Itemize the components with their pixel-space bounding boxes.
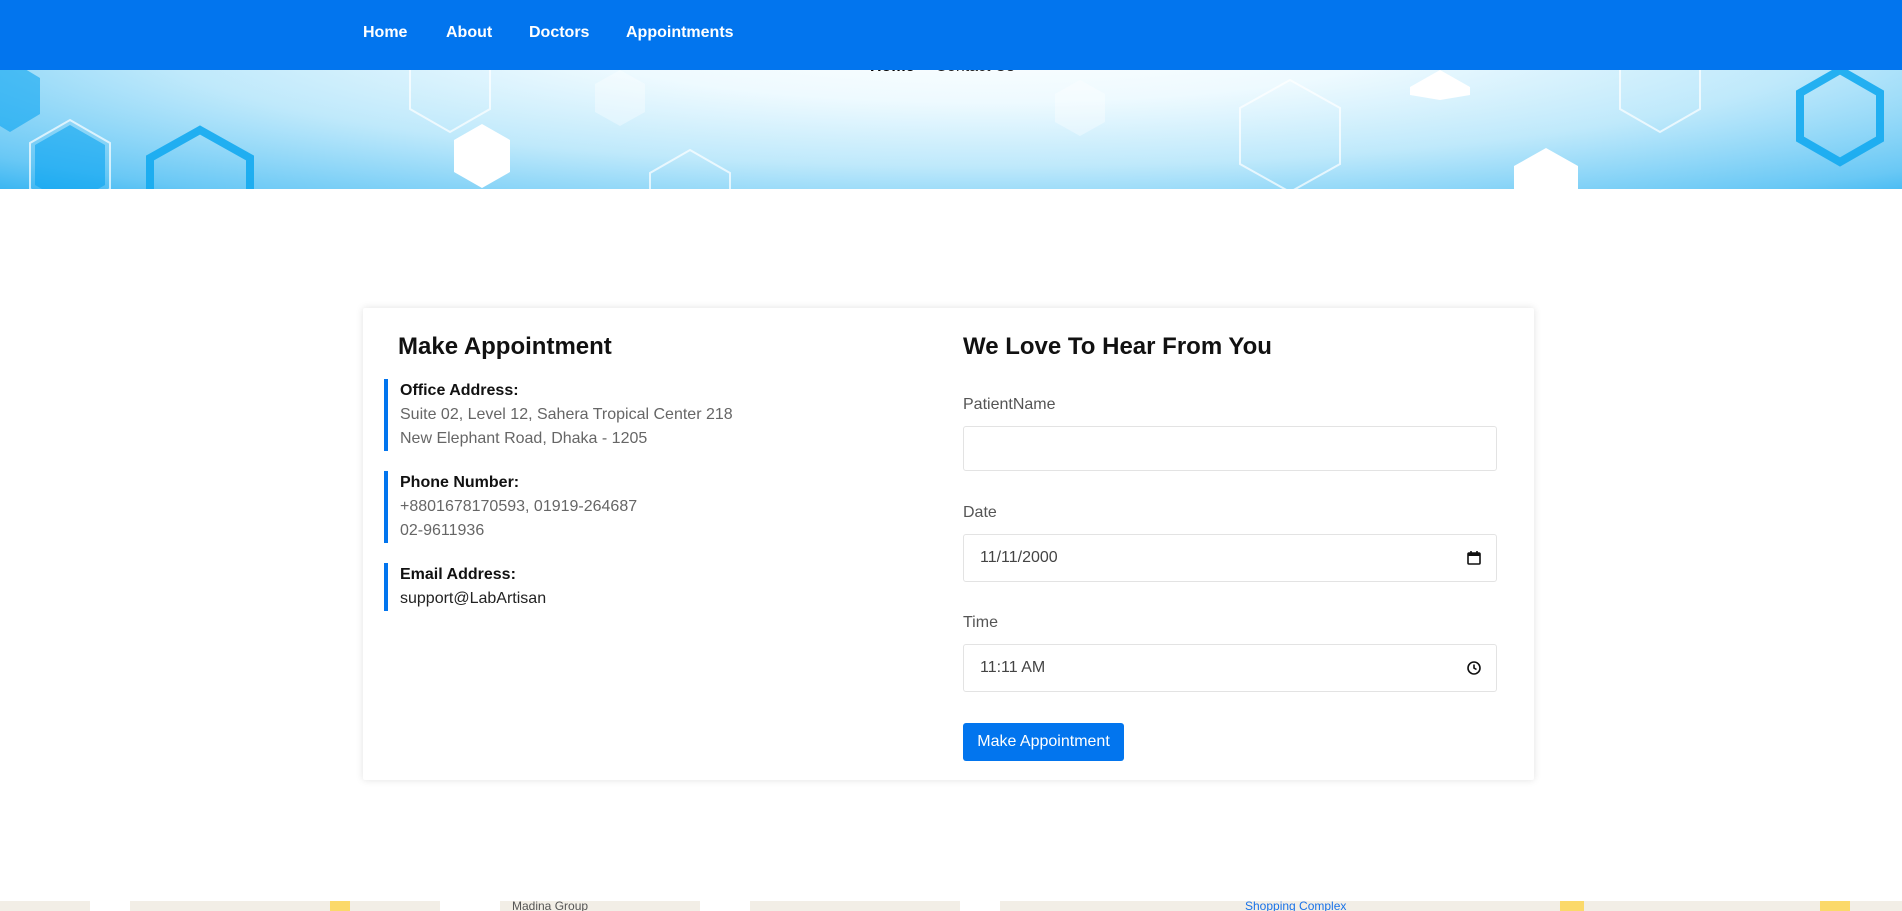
calendar-icon[interactable]: [1466, 550, 1482, 571]
phone-number-block: Phone Number: +8801678170593, 01919-2646…: [384, 471, 637, 543]
contact-title: Make Appointment: [398, 333, 612, 360]
map-label-shopping-complex: Shopping Complex: [1245, 901, 1347, 911]
office-address-label: Office Address:: [400, 382, 519, 399]
nav-appointments[interactable]: Appointments: [626, 24, 734, 42]
form-title: We Love To Hear From You: [963, 333, 1272, 360]
date-label: Date: [963, 504, 997, 521]
email-address-label: Email Address:: [400, 566, 516, 583]
date-value: 11/11/2000: [980, 549, 1058, 566]
time-input[interactable]: 11:11 AM: [963, 644, 1497, 692]
phone-number-line-2: 02-9611936: [400, 522, 485, 539]
clock-icon[interactable]: [1466, 660, 1482, 681]
phone-number-line-1: +8801678170593, 01919-264687: [400, 498, 638, 515]
nav-home[interactable]: Home: [363, 24, 407, 42]
make-appointment-button[interactable]: Make Appointment: [963, 723, 1124, 761]
location-map[interactable]: Madina Group Shopping Complex: [0, 901, 1902, 911]
appointment-card: Make Appointment Office Address: Suite 0…: [363, 308, 1534, 780]
nav-about[interactable]: About: [446, 24, 492, 42]
phone-number-label: Phone Number:: [400, 474, 520, 491]
office-address-line-2: New Elephant Road, Dhaka - 1205: [400, 430, 648, 447]
email-address-block: Email Address: support@LabArtisan: [384, 563, 546, 611]
top-navbar: Home About Doctors Appointments: [0, 0, 1902, 70]
office-address-block: Office Address: Suite 02, Level 12, Sahe…: [384, 379, 733, 451]
email-address-value: support@LabArtisan: [400, 590, 547, 607]
map-label-madina: Madina Group: [512, 901, 589, 911]
office-address-line-1: Suite 02, Level 12, Sahera Tropical Cent…: [400, 406, 733, 423]
time-value: 11:11 AM: [980, 659, 1046, 676]
patient-name-input[interactable]: [963, 426, 1497, 471]
time-label: Time: [963, 614, 998, 631]
patient-name-label: PatientName: [963, 396, 1056, 413]
date-input[interactable]: 11/11/2000: [963, 534, 1497, 582]
nav-doctors[interactable]: Doctors: [529, 24, 589, 42]
